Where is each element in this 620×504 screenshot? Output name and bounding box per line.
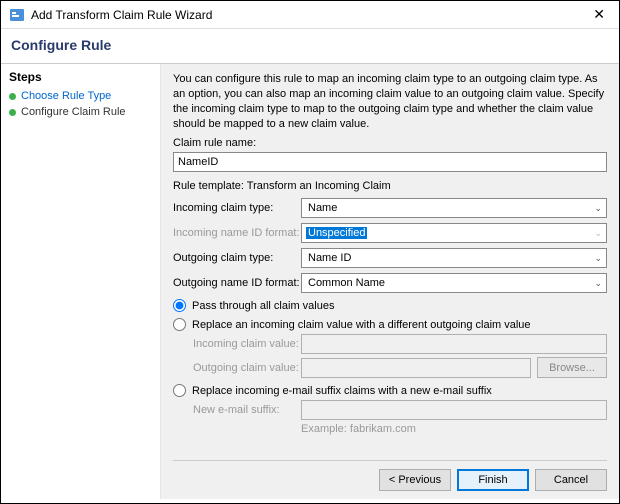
incoming-claim-type-label: Incoming claim type:	[173, 202, 301, 214]
example-text: Example: fabrikam.com	[301, 423, 607, 435]
close-icon[interactable]: ✕	[587, 6, 611, 23]
chevron-down-icon: ⌄	[594, 253, 602, 264]
combo-value: Name	[306, 202, 339, 214]
chevron-down-icon: ⌄	[594, 278, 602, 289]
new-email-suffix-input	[301, 400, 607, 420]
combo-value: Common Name	[306, 277, 387, 289]
radio-label: Replace incoming e-mail suffix claims wi…	[192, 385, 492, 397]
steps-sidebar: Steps Choose Rule Type Configure Claim R…	[1, 64, 161, 499]
new-email-suffix-label: New e-mail suffix:	[193, 404, 301, 416]
incoming-name-id-format-combo: Unspecified ⌄	[301, 223, 607, 243]
page-header: Configure Rule	[1, 29, 619, 63]
outgoing-name-id-format-combo[interactable]: Common Name ⌄	[301, 273, 607, 293]
cancel-button[interactable]: Cancel	[535, 469, 607, 491]
claim-rule-name-input[interactable]	[173, 152, 607, 172]
window-title: Add Transform Claim Rule Wizard	[31, 8, 587, 22]
browse-button: Browse...	[537, 357, 607, 378]
app-icon	[9, 7, 25, 23]
incoming-claim-value-label: Incoming claim value:	[193, 338, 301, 350]
content-area: Steps Choose Rule Type Configure Claim R…	[1, 63, 619, 499]
outgoing-claim-type-label: Outgoing claim type:	[173, 252, 301, 264]
combo-value: Name ID	[306, 252, 353, 264]
button-bar: < Previous Finish Cancel	[173, 460, 607, 499]
outgoing-name-id-format-label: Outgoing name ID format:	[173, 277, 301, 289]
combo-value: Unspecified	[306, 227, 367, 239]
outgoing-claim-type-combo[interactable]: Name ID ⌄	[301, 248, 607, 268]
previous-button[interactable]: < Previous	[379, 469, 451, 491]
chevron-down-icon: ⌄	[594, 203, 602, 214]
incoming-name-id-format-label: Incoming name ID format:	[173, 227, 301, 239]
titlebar: Add Transform Claim Rule Wizard ✕	[1, 1, 619, 29]
radio-label: Replace an incoming claim value with a d…	[192, 319, 531, 331]
radio-replace-suffix-input[interactable]	[173, 384, 186, 397]
radio-pass-through-input[interactable]	[173, 299, 186, 312]
radio-replace-value-input[interactable]	[173, 318, 186, 331]
radio-label: Pass through all claim values	[192, 300, 334, 312]
incoming-claim-value-input	[301, 334, 607, 354]
step-dot-icon	[9, 93, 16, 100]
outgoing-claim-value-input	[301, 358, 531, 378]
radio-pass-through[interactable]: Pass through all claim values	[173, 299, 607, 312]
steps-title: Steps	[9, 70, 152, 84]
chevron-down-icon: ⌄	[594, 228, 602, 239]
step-label: Choose Rule Type	[21, 90, 111, 102]
step-dot-icon	[9, 109, 16, 116]
step-configure-claim-rule[interactable]: Configure Claim Rule	[9, 104, 152, 120]
claim-rule-name-label: Claim rule name:	[173, 137, 607, 149]
radio-replace-value[interactable]: Replace an incoming claim value with a d…	[173, 318, 607, 331]
finish-button[interactable]: Finish	[457, 469, 529, 491]
description-text: You can configure this rule to map an in…	[173, 72, 607, 131]
incoming-claim-type-combo[interactable]: Name ⌄	[301, 198, 607, 218]
step-choose-rule-type[interactable]: Choose Rule Type	[9, 88, 152, 104]
outgoing-claim-value-label: Outgoing claim value:	[193, 362, 301, 374]
rule-template-label: Rule template: Transform an Incoming Cla…	[173, 180, 607, 192]
step-label: Configure Claim Rule	[21, 106, 126, 118]
main-panel: You can configure this rule to map an in…	[161, 64, 619, 499]
radio-replace-suffix[interactable]: Replace incoming e-mail suffix claims wi…	[173, 384, 607, 397]
